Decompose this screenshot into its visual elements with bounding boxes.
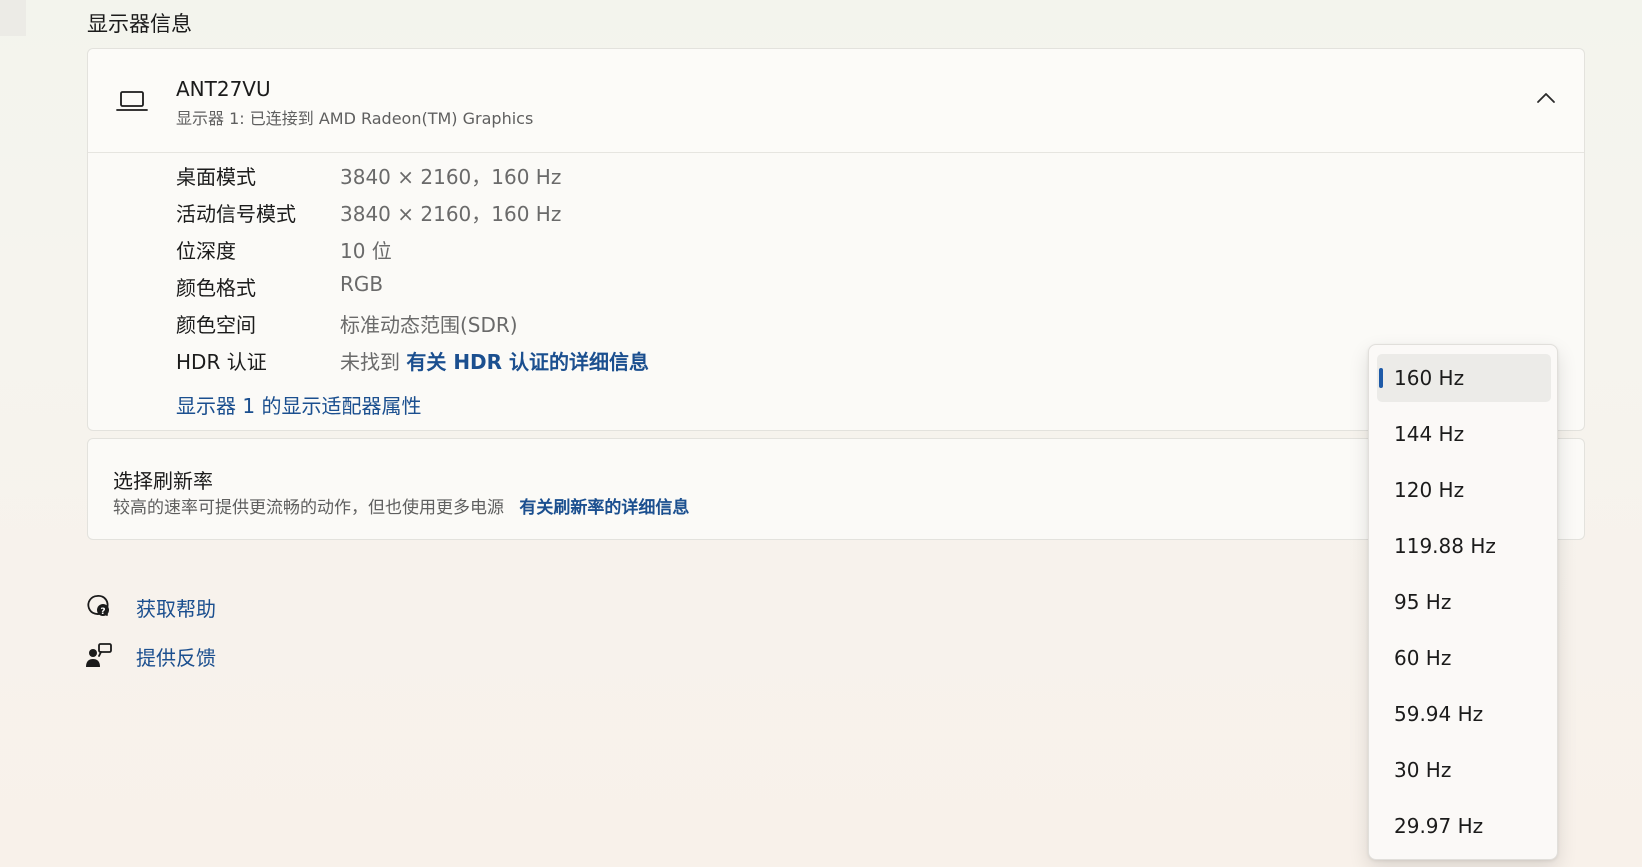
refresh-option-144[interactable]: 144 Hz — [1377, 410, 1551, 458]
window-edge — [0, 0, 26, 36]
info-label: 颜色空间 — [176, 313, 256, 337]
option-label: 119.88 Hz — [1394, 534, 1496, 558]
refresh-option-29-97[interactable]: 29.97 Hz — [1377, 802, 1551, 850]
get-help-label: 获取帮助 — [136, 597, 216, 621]
monitor-card: ANT27VU 显示器 1: 已连接到 AMD Radeon(TM) Graph… — [87, 48, 1585, 431]
option-label: 30 Hz — [1394, 758, 1452, 782]
refresh-rate-description: 较高的速率可提供更流畅的动作，但也使用更多电源 有关刷新率的详细信息 — [113, 493, 689, 518]
hdr-status: 未找到 — [340, 350, 400, 374]
option-label: 29.97 Hz — [1394, 814, 1484, 838]
info-value: 3840 × 2160，160 Hz — [340, 165, 562, 189]
refresh-option-95[interactable]: 95 Hz — [1377, 578, 1551, 626]
section-title: 显示器信息 — [87, 12, 192, 36]
monitor-subtitle: 显示器 1: 已连接到 AMD Radeon(TM) Graphics — [176, 109, 534, 128]
laptop-icon — [116, 91, 148, 111]
option-label: 120 Hz — [1394, 478, 1465, 502]
refresh-rate-dropdown[interactable]: 160 Hz 144 Hz 120 Hz 119.88 Hz 95 Hz 60 … — [1368, 344, 1558, 860]
monitor-header[interactable]: ANT27VU 显示器 1: 已连接到 AMD Radeon(TM) Graph… — [88, 49, 1584, 153]
info-label: HDR 认证 — [176, 350, 267, 374]
refresh-rate-card: 选择刷新率 较高的速率可提供更流畅的动作，但也使用更多电源 有关刷新率的详细信息 — [87, 438, 1585, 540]
monitor-name: ANT27VU — [176, 77, 271, 101]
adapter-properties-link[interactable]: 显示器 1 的显示适配器属性 — [176, 390, 421, 419]
refresh-option-120[interactable]: 120 Hz — [1377, 466, 1551, 514]
option-label: 144 Hz — [1394, 422, 1465, 446]
help-chat-icon: ? — [87, 594, 109, 617]
option-label: 95 Hz — [1394, 590, 1452, 614]
info-value: 标准动态范围(SDR) — [340, 313, 518, 337]
refresh-option-60[interactable]: 60 Hz — [1377, 634, 1551, 682]
chevron-up-icon[interactable] — [1536, 91, 1556, 105]
feedback-label: 提供反馈 — [136, 646, 216, 670]
info-label: 桌面模式 — [176, 165, 256, 189]
info-value: 10 位 — [340, 239, 392, 263]
refresh-rate-title: 选择刷新率 — [113, 469, 213, 493]
feedback-icon — [86, 643, 112, 667]
info-label: 活动信号模式 — [176, 202, 296, 226]
svg-text:?: ? — [100, 607, 105, 617]
selected-indicator — [1379, 368, 1383, 388]
option-label: 160 Hz — [1394, 366, 1465, 390]
option-label: 60 Hz — [1394, 646, 1452, 670]
refresh-rate-details-link[interactable]: 有关刷新率的详细信息 — [519, 498, 689, 518]
info-value: 3840 × 2160，160 Hz — [340, 202, 562, 226]
refresh-option-160[interactable]: 160 Hz — [1377, 354, 1551, 402]
refresh-option-30[interactable]: 30 Hz — [1377, 746, 1551, 794]
info-label: 颜色格式 — [176, 276, 256, 300]
info-value: 未找到 有关 HDR 认证的详细信息 — [340, 346, 649, 375]
refresh-option-119-88[interactable]: 119.88 Hz — [1377, 522, 1551, 570]
refresh-rate-desc-text: 较高的速率可提供更流畅的动作，但也使用更多电源 — [113, 498, 504, 518]
info-label: 位深度 — [176, 239, 236, 263]
hdr-details-link[interactable]: 有关 HDR 认证的详细信息 — [406, 350, 649, 374]
info-value: RGB — [340, 272, 384, 296]
refresh-option-59-94[interactable]: 59.94 Hz — [1377, 690, 1551, 738]
option-label: 59.94 Hz — [1394, 702, 1484, 726]
